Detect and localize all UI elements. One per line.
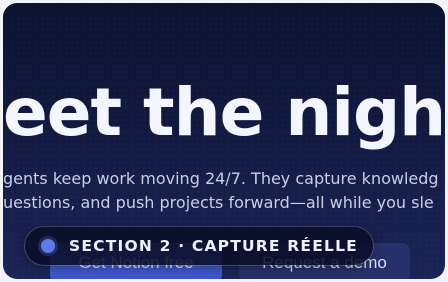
- section-badge-label: SECTION 2 · CAPTURE RÉELLE: [69, 237, 358, 255]
- hero-subtitle-line-1: gents keep work moving 24/7. They captur…: [3, 169, 439, 188]
- status-dot-icon: [41, 239, 55, 253]
- hero-subtitle-line-2: uestions, and push projects forward—all …: [3, 193, 434, 212]
- hero-subtitle: gents keep work moving 24/7. They captur…: [3, 167, 445, 215]
- section-badge: SECTION 2 · CAPTURE RÉELLE: [25, 227, 373, 265]
- hero-section: eet the night sh gents keep work moving …: [3, 3, 445, 279]
- hero-headline: eet the night sh: [3, 74, 445, 151]
